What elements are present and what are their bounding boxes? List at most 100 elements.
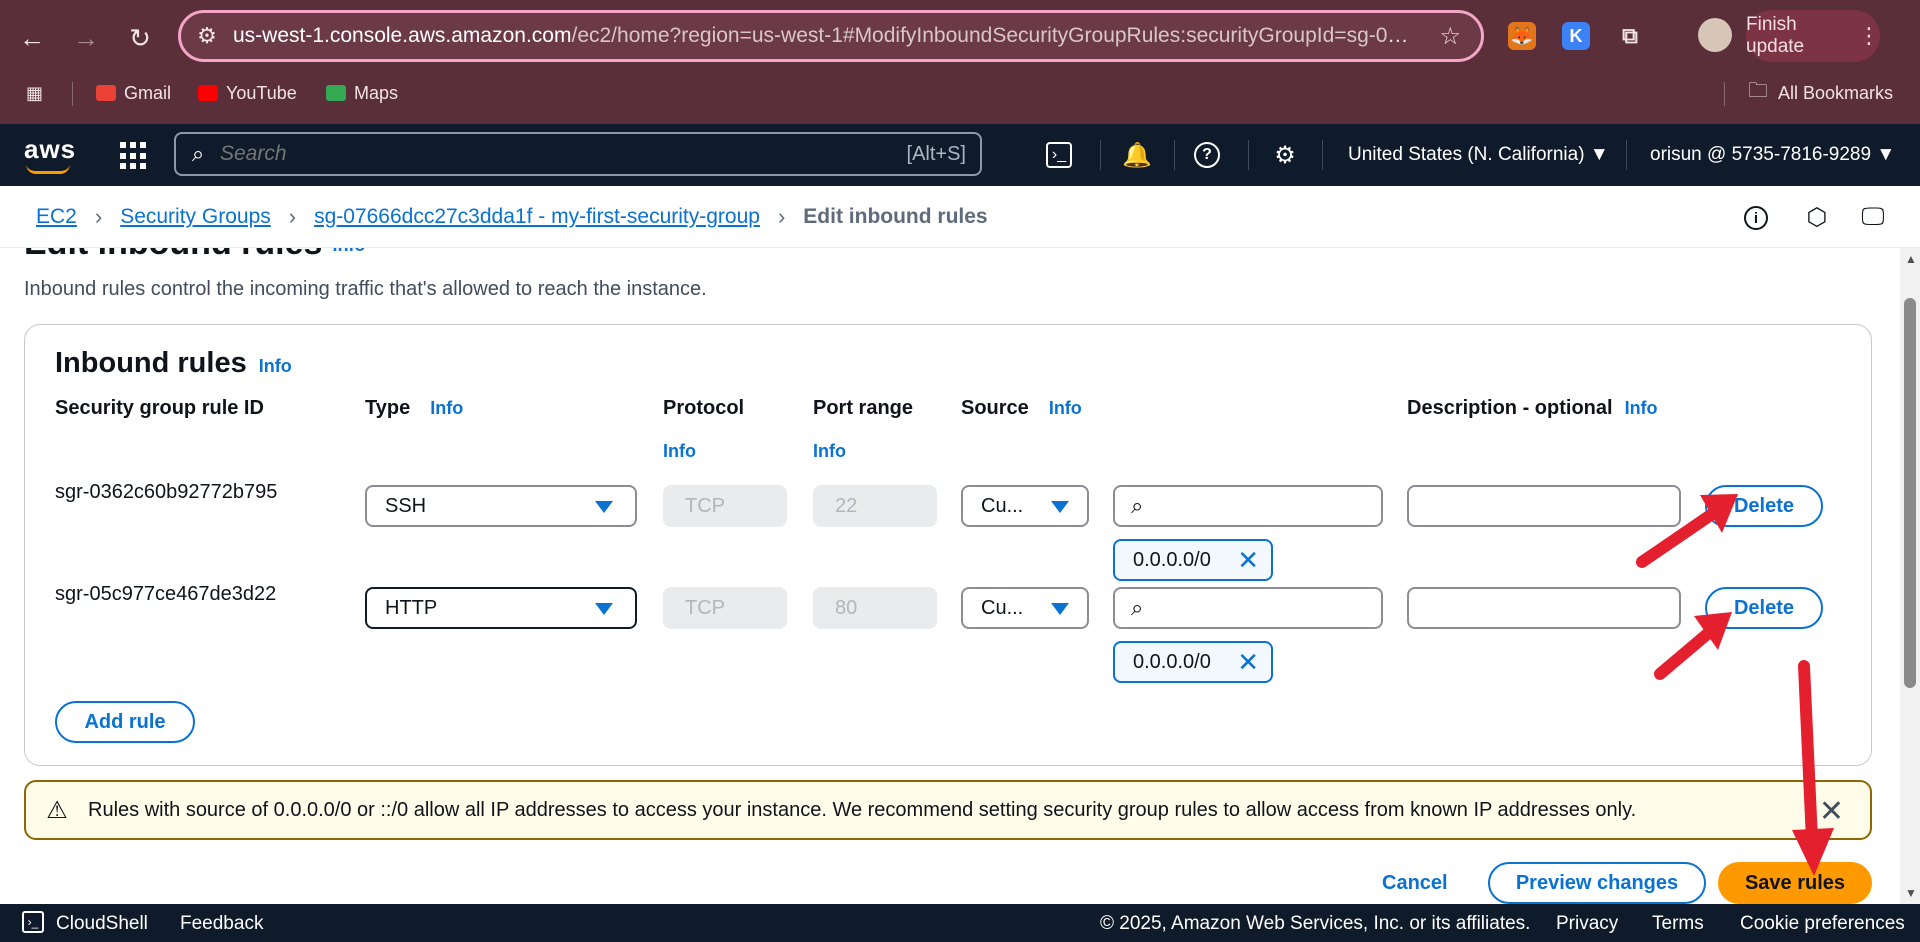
caret-down-icon [595,603,613,615]
protocol-field: TCP [663,485,787,527]
breadcrumb-current: Edit inbound rules [803,205,988,228]
aws-smile-icon [26,164,70,174]
gmail-icon [96,85,116,101]
info-link[interactable]: Info [430,398,463,418]
help-icon[interactable]: ? [1194,142,1220,168]
save-rules-button[interactable]: Save rules [1718,862,1872,904]
warning-message: Rules with source of 0.0.0.0/0 or ::/0 a… [88,798,1637,821]
column-header-rule-id: Security group rule ID [55,397,264,419]
region-selector[interactable]: United States (N. California) ▼ [1348,144,1609,166]
breadcrumb-security-groups[interactable]: Security Groups [120,205,271,229]
add-rule-button[interactable]: Add rule [55,701,195,743]
site-info-icon[interactable]: ⚙ [181,23,233,49]
remove-token-icon[interactable]: ✕ [1237,647,1259,678]
caret-down-icon [1051,501,1069,513]
footer-cloudshell[interactable]: CloudShell [56,913,148,935]
info-link[interactable]: Info [663,441,696,462]
extensions-puzzle-icon[interactable]: ⧉ [1616,22,1644,50]
cancel-button[interactable]: Cancel [1382,872,1448,895]
aws-top-navigation: aws ⌕ [Alt+S] ›_ 🔔 ? ⚙ United States (N.… [0,124,1920,186]
column-header-description: Description - optional Info [1407,397,1658,419]
source-search-input[interactable]: ⌕ [1113,485,1383,527]
aws-logo[interactable]: aws [24,134,76,174]
profile-avatar[interactable] [1698,18,1732,52]
column-header-protocol: Protocol [663,397,745,419]
finish-update-button[interactable]: Finish update ⋮ [1746,10,1880,62]
metamask-extension-icon[interactable]: 🦊 [1508,22,1536,50]
description-input[interactable] [1407,485,1681,527]
all-bookmarks[interactable]: 🗀 All Bookmarks [1748,78,1893,108]
folder-icon: 🗀 [1748,80,1768,102]
remove-token-icon[interactable]: ✕ [1237,545,1259,576]
breadcrumb-security-group[interactable]: sg-07666dcc27c3dda1f - my-first-security… [314,205,760,229]
type-select[interactable]: HTTP [365,587,637,629]
protocol-field: TCP [663,587,787,629]
column-header-type: Type Info [365,397,464,419]
source-select[interactable]: Cu... [961,485,1089,527]
scrollbar-thumb[interactable] [1904,298,1916,688]
footer-terms[interactable]: Terms [1652,913,1704,935]
address-bar[interactable]: ⚙ us-west-1.console.aws.amazon.com/ec2/h… [178,10,1484,62]
delete-button[interactable]: Delete [1705,587,1823,629]
type-select[interactable]: SSH [365,485,637,527]
settings-gear-icon[interactable]: ⚙ [1268,138,1302,172]
apps-grid-icon[interactable]: ▦ [26,78,43,108]
account-menu[interactable]: orisun @ 5735-7816-9289 ▼ [1650,144,1895,166]
header-divider [1248,140,1249,170]
inbound-rules-panel: Inbound rules Info Security group rule ID… [24,324,1872,766]
scroll-up-icon[interactable]: ▲ [1905,252,1917,266]
main-content: Edit inbound rulesInfo Inbound rules con… [0,248,1900,904]
scroll-down-icon[interactable]: ▼ [1905,886,1917,900]
info-link[interactable]: Info [1625,398,1658,418]
source-select[interactable]: Cu... [961,587,1089,629]
breadcrumb-ec2[interactable]: EC2 [36,205,77,229]
k-extension-icon[interactable]: K [1562,22,1590,50]
url-text[interactable]: us-west-1.console.aws.amazon.com/ec2/hom… [233,24,1413,48]
info-link[interactable]: Info [259,356,292,376]
bookmark-maps[interactable]: Maps [326,78,398,108]
header-divider [1174,140,1175,170]
cloudshell-icon[interactable]: ›_ [1046,142,1072,168]
youtube-icon [198,85,218,101]
footer-copyright: © 2025, Amazon Web Services, Inc. or its… [1100,913,1531,934]
bookmark-gmail[interactable]: Gmail [96,78,171,108]
column-header-port-range: Port range [813,397,914,419]
bookmark-divider [72,82,73,106]
services-menu-icon[interactable] [120,142,148,170]
feedback-screen-icon[interactable]: 🖵 [1858,202,1888,232]
footer-cookie-preferences[interactable]: Cookie preferences [1740,913,1905,935]
forward-icon[interactable]: → [66,18,106,58]
maps-icon [326,85,346,101]
notifications-bell-icon[interactable]: 🔔 [1120,138,1154,172]
more-menu-icon[interactable]: ⋮ [1858,23,1880,49]
back-icon[interactable]: ← [12,18,52,58]
description-input[interactable] [1407,587,1681,629]
info-link[interactable]: Info [332,248,365,255]
bookmark-youtube[interactable]: YouTube [198,78,297,108]
search-bar[interactable]: ⌕ [Alt+S] [174,132,982,176]
breadcrumb-bar: EC2 › Security Groups › sg-07666dcc27c3d… [0,186,1920,248]
tutorial-hexagon-icon[interactable]: ⬡ [1802,202,1832,232]
footer-privacy[interactable]: Privacy [1556,913,1618,935]
caret-down-icon [1051,603,1069,615]
preview-changes-button[interactable]: Preview changes [1488,862,1706,904]
port-range-field: 80 [813,587,937,629]
info-panel-icon[interactable]: i [1744,206,1768,230]
search-shortcut: [Alt+S] [906,142,966,165]
delete-button[interactable]: Delete [1705,485,1823,527]
header-divider [1322,140,1323,170]
footer-feedback[interactable]: Feedback [180,913,263,935]
bookmark-star-icon[interactable]: ☆ [1439,22,1461,51]
close-icon[interactable]: ✕ [1819,794,1844,829]
rule-id: sgr-0362c60b92772b795 [55,481,278,503]
breadcrumb: EC2 › Security Groups › sg-07666dcc27c3d… [36,204,988,230]
source-search-input[interactable]: ⌕ [1113,587,1383,629]
cloudshell-icon[interactable]: ›_ [22,911,44,933]
search-input[interactable] [220,142,860,166]
scrollbar[interactable]: ▲ ▼ [1900,248,1920,904]
info-link[interactable]: Info [1049,398,1082,418]
info-link[interactable]: Info [813,441,846,462]
page-description: Inbound rules control the incoming traff… [24,278,707,300]
page-title: Edit inbound rulesInfo [24,248,365,263]
reload-icon[interactable]: ↻ [120,18,160,58]
